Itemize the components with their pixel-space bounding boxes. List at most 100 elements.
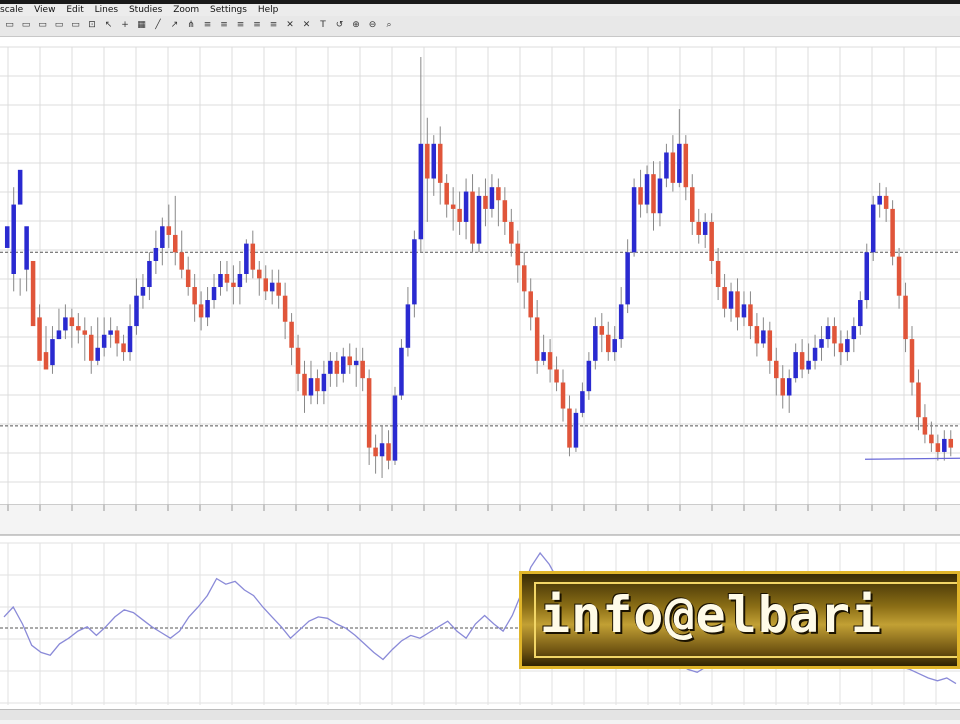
menu-lines[interactable]: Lines bbox=[95, 4, 118, 16]
candle bbox=[845, 339, 850, 353]
candle bbox=[24, 226, 29, 270]
zoom-out-icon[interactable]: ⊖ bbox=[367, 19, 378, 31]
candle bbox=[942, 438, 947, 452]
delete-icon[interactable]: ✕ bbox=[301, 19, 312, 31]
zoom-fit-icon[interactable]: ⊡ bbox=[87, 19, 98, 31]
candle bbox=[521, 265, 527, 292]
menu-zoom[interactable]: Zoom bbox=[173, 4, 199, 16]
delete-icon[interactable]: ✕ bbox=[285, 19, 296, 31]
period-icon[interactable]: ▭ bbox=[54, 19, 65, 31]
candle bbox=[586, 360, 592, 392]
candle bbox=[877, 195, 882, 205]
pitchfork-icon[interactable]: ⋔ bbox=[186, 19, 197, 31]
candle bbox=[786, 378, 792, 396]
candle bbox=[819, 339, 824, 348]
candle bbox=[793, 352, 798, 379]
candle bbox=[250, 243, 256, 270]
candle bbox=[541, 352, 546, 361]
candle bbox=[761, 330, 766, 344]
text-icon[interactable]: T bbox=[318, 19, 329, 31]
candle bbox=[735, 291, 740, 318]
menu-settings[interactable]: Settings bbox=[210, 4, 247, 16]
candle bbox=[153, 247, 159, 261]
candle bbox=[631, 187, 637, 253]
candle bbox=[56, 330, 62, 340]
candle bbox=[483, 195, 488, 209]
period-icon[interactable]: ▭ bbox=[21, 19, 32, 31]
candle bbox=[470, 191, 475, 244]
fib-icon[interactable]: ≡ bbox=[219, 19, 230, 31]
candle bbox=[276, 282, 281, 296]
menu-view[interactable]: View bbox=[34, 4, 55, 16]
menu-edit[interactable]: Edit bbox=[66, 4, 83, 16]
fib-icon[interactable]: ≡ bbox=[252, 19, 263, 31]
cursor-icon[interactable]: ↖ bbox=[103, 19, 114, 31]
candle bbox=[916, 382, 921, 418]
candle bbox=[437, 143, 443, 183]
candle bbox=[88, 334, 94, 361]
candle bbox=[425, 143, 430, 179]
candle bbox=[101, 334, 107, 348]
candle bbox=[366, 378, 372, 448]
grid-icon[interactable]: ▦ bbox=[136, 19, 147, 31]
candle bbox=[696, 221, 701, 235]
candle bbox=[192, 287, 197, 305]
candle bbox=[160, 226, 165, 248]
candle bbox=[315, 378, 320, 392]
crosshair-icon[interactable]: + bbox=[120, 19, 131, 31]
candle bbox=[728, 291, 734, 309]
candle bbox=[599, 326, 605, 335]
candle bbox=[935, 443, 941, 452]
candle bbox=[806, 360, 811, 370]
candle bbox=[321, 373, 327, 392]
candle bbox=[244, 243, 249, 274]
candle bbox=[644, 174, 650, 205]
candle bbox=[515, 243, 521, 266]
menu-studies[interactable]: Studies bbox=[129, 4, 162, 16]
candle bbox=[269, 282, 275, 292]
candle bbox=[450, 204, 456, 209]
candle bbox=[444, 182, 449, 205]
candle bbox=[457, 208, 462, 222]
fib-icon[interactable]: ≡ bbox=[235, 19, 246, 31]
candle bbox=[114, 330, 120, 344]
candle bbox=[341, 356, 346, 374]
period-icon[interactable]: ▭ bbox=[4, 19, 15, 31]
candle bbox=[147, 260, 152, 288]
candle bbox=[418, 143, 424, 240]
candle bbox=[605, 334, 611, 353]
period-icon[interactable]: ▭ bbox=[37, 19, 48, 31]
period-icon[interactable]: ▭ bbox=[70, 19, 81, 31]
menu-scale[interactable]: scale bbox=[0, 4, 23, 16]
candle bbox=[883, 195, 889, 209]
menu-help[interactable]: Help bbox=[258, 4, 279, 16]
candle bbox=[95, 347, 100, 361]
candle bbox=[50, 339, 55, 366]
candle bbox=[302, 373, 307, 396]
candle bbox=[308, 378, 314, 396]
candle bbox=[353, 360, 359, 366]
candle bbox=[334, 360, 340, 374]
candle bbox=[496, 187, 501, 201]
zoom-in-icon[interactable]: ⊕ bbox=[351, 19, 362, 31]
zoom-icon[interactable]: ⌕ bbox=[384, 19, 395, 31]
candle bbox=[903, 295, 908, 340]
arrow-icon[interactable]: ↗ bbox=[169, 19, 180, 31]
line-icon[interactable]: ╱ bbox=[153, 19, 164, 31]
candle bbox=[295, 347, 301, 374]
candle bbox=[399, 347, 404, 396]
candle bbox=[890, 208, 895, 257]
candle bbox=[896, 256, 902, 296]
candle bbox=[638, 187, 643, 205]
candle bbox=[618, 304, 624, 340]
fib-icon[interactable]: ≡ bbox=[268, 19, 279, 31]
candle bbox=[108, 330, 113, 335]
undo-icon[interactable]: ↺ bbox=[334, 19, 345, 31]
candle bbox=[166, 226, 172, 235]
candle bbox=[347, 356, 353, 366]
candle bbox=[780, 378, 786, 396]
candle bbox=[702, 221, 708, 235]
candle bbox=[664, 152, 669, 179]
candle bbox=[4, 226, 10, 248]
fib-icon[interactable]: ≡ bbox=[202, 19, 213, 31]
